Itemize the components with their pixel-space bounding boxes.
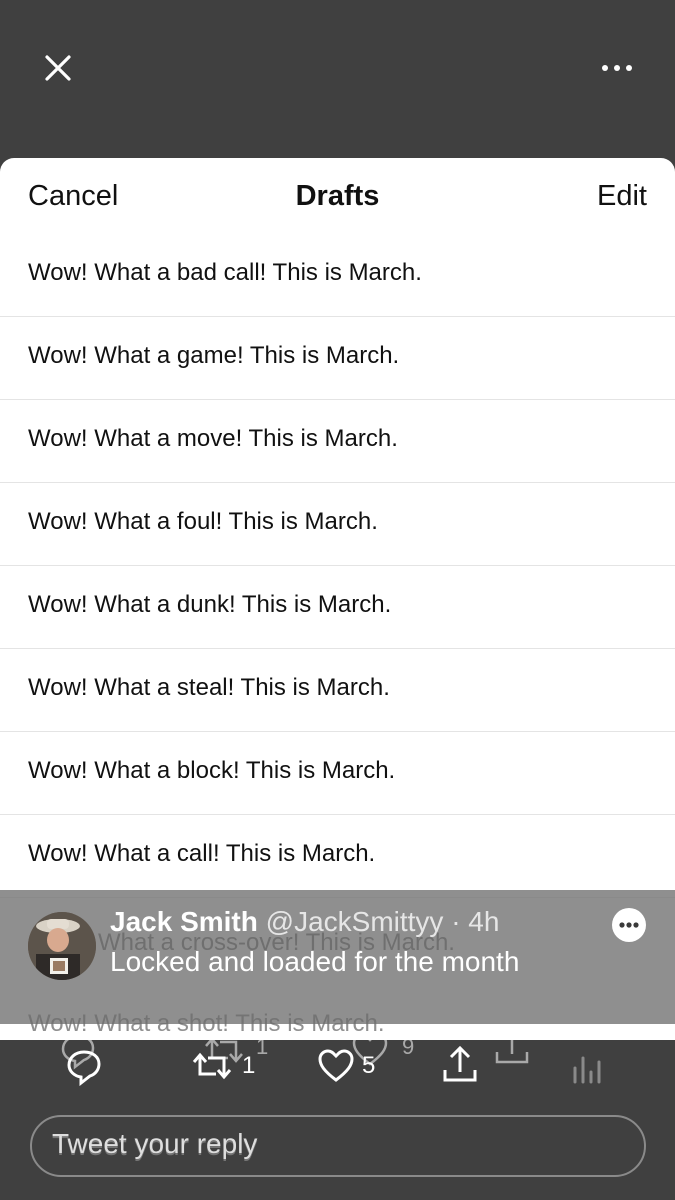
reply-button[interactable] <box>64 1046 104 1086</box>
share-button[interactable] <box>440 1045 480 1086</box>
more-options-button[interactable] <box>598 56 636 80</box>
draft-item[interactable]: Wow! What a game! This is March. <box>0 317 675 400</box>
draft-item[interactable]: Wow! What a block! This is March. <box>0 732 675 815</box>
tweet-more-button[interactable] <box>612 908 646 942</box>
top-bar <box>0 0 675 158</box>
drafts-header: Cancel Drafts Edit <box>0 158 675 238</box>
close-icon <box>45 55 71 81</box>
draft-item[interactable]: Wow! What a bad call! This is March. <box>0 234 675 317</box>
obscured-draft-item: What a cross-over! This is March. <box>98 929 455 956</box>
reply-icon <box>67 1050 101 1086</box>
draft-item[interactable]: Wow! What a dunk! This is March. <box>0 566 675 649</box>
retweet-icon <box>192 1052 232 1080</box>
drafts-list: Wow! What a bad call! This is March. Wow… <box>0 234 675 898</box>
analytics-icon <box>573 1056 601 1084</box>
analytics-button[interactable] <box>570 1046 606 1086</box>
ghost-like-count: 9 <box>402 1034 415 1059</box>
close-button[interactable] <box>40 50 76 86</box>
avatar[interactable] <box>28 912 96 980</box>
edit-button[interactable]: Edit <box>597 180 647 213</box>
like-count: 5 <box>362 1052 376 1079</box>
like-button[interactable]: 5 <box>316 1046 375 1086</box>
more-horizontal-icon <box>602 65 632 71</box>
draft-item[interactable]: Wow! What a call! This is March. <box>0 815 675 898</box>
retweet-button[interactable]: 1 <box>188 1046 255 1086</box>
tweet-card[interactable]: Jack Smith @JackSmittyy · 4h Locked and … <box>0 890 675 1024</box>
retweet-count: 1 <box>242 1052 256 1079</box>
draft-item[interactable]: Wow! What a steal! This is March. <box>0 649 675 732</box>
draft-item[interactable]: Wow! What a move! This is March. <box>0 400 675 483</box>
share-icon <box>443 1045 477 1082</box>
avatar-image <box>28 912 96 980</box>
draft-item[interactable]: Wow! What a foul! This is March. <box>0 483 675 566</box>
share-icon <box>495 1028 529 1064</box>
drafts-title: Drafts <box>295 180 380 212</box>
heart-icon <box>318 1049 354 1082</box>
reply-placeholder: Tweet your reply <box>52 1128 258 1159</box>
more-horizontal-icon <box>619 922 639 928</box>
ghost-retweet-count: 1 <box>256 1034 269 1059</box>
